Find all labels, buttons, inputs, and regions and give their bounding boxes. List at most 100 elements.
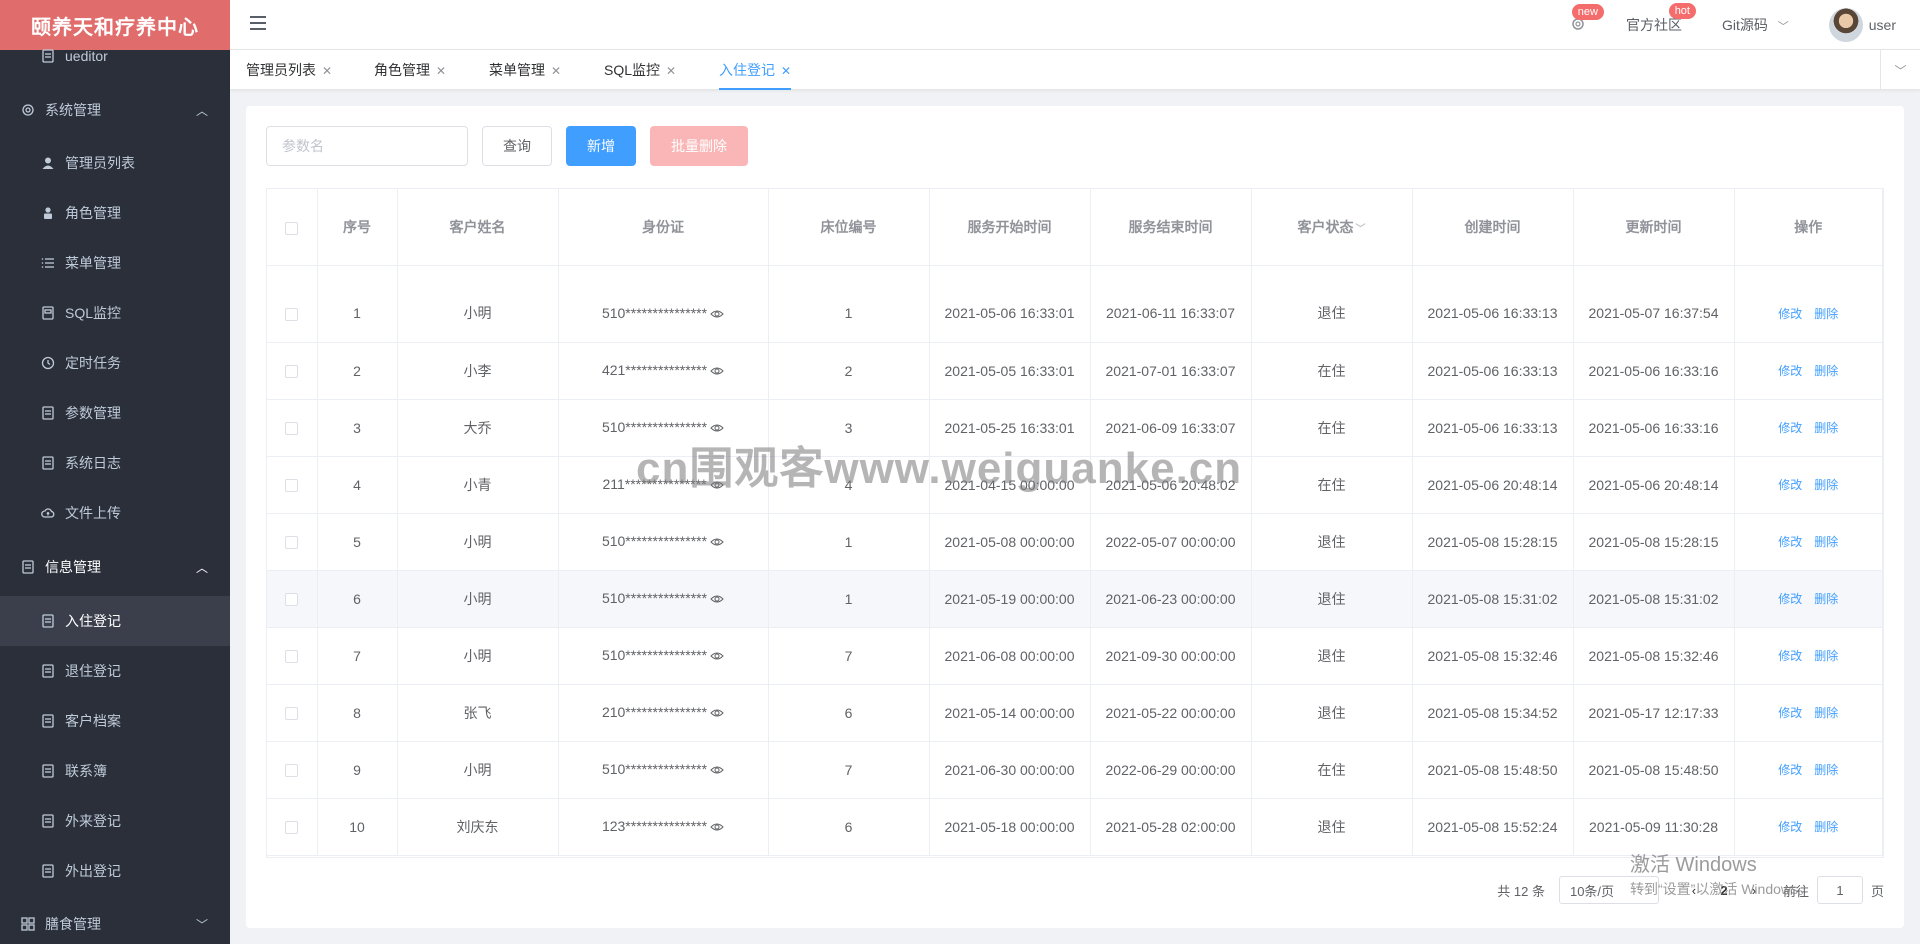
add-button[interactable]: 新增 <box>566 126 636 166</box>
avatar <box>1828 8 1863 42</box>
tab-1[interactable]: 角色管理 ✕ <box>374 50 446 90</box>
user-menu[interactable]: user <box>1828 8 1896 42</box>
tab-0[interactable]: 管理员列表 ✕ <box>246 50 332 90</box>
close-icon[interactable]: ✕ <box>551 64 561 78</box>
cell-bed: 2 <box>768 342 930 400</box>
edit-link[interactable]: 修改 <box>1778 763 1802 777</box>
sidebar-item-2[interactable]: 管理员列表 <box>0 138 230 188</box>
column-header: 创建时间 <box>1412 189 1574 266</box>
sidebar-item-7[interactable]: 参数管理 <box>0 388 230 438</box>
sidebar-item-4[interactable]: 菜单管理 <box>0 238 230 288</box>
git-dropdown[interactable]: Git源码 ﹀ <box>1722 15 1789 35</box>
tab-2[interactable]: 菜单管理 ✕ <box>489 50 561 90</box>
row-select-cell <box>267 684 318 742</box>
sidebar-item-label: 联系簿 <box>65 763 107 779</box>
sidebar-item-13[interactable]: 客户档案 <box>0 696 230 746</box>
cell-name: 小青 <box>397 456 559 514</box>
sidebar-group-10[interactable]: 信息管理 ︿ <box>0 538 230 596</box>
delete-link[interactable]: 删除 <box>1814 763 1838 777</box>
cell-no: 5 <box>317 513 398 571</box>
row-checkbox[interactable] <box>285 422 299 436</box>
delete-link[interactable]: 删除 <box>1814 364 1838 378</box>
eye-icon[interactable] <box>710 591 724 607</box>
sidebar-item-6[interactable]: 定时任务 <box>0 338 230 388</box>
column-header: 服务结束时间 <box>1090 189 1252 266</box>
cell-name: 刘庆东 <box>397 798 559 856</box>
edit-link[interactable]: 修改 <box>1778 364 1802 378</box>
eye-icon[interactable] <box>710 363 724 379</box>
edit-link[interactable]: 修改 <box>1778 820 1802 834</box>
sidebar-item-0[interactable]: ueditor <box>0 48 230 82</box>
tab-more-button[interactable]: ﹀ <box>1880 50 1920 90</box>
delete-link[interactable]: 删除 <box>1814 592 1838 606</box>
edit-link[interactable]: 修改 <box>1778 535 1802 549</box>
cell-start: 2021-05-08 00:00:00 <box>929 513 1091 571</box>
edit-link[interactable]: 修改 <box>1778 307 1802 321</box>
sidebar-item-15[interactable]: 外来登记 <box>0 796 230 846</box>
tab-3[interactable]: SQL监控 ✕ <box>604 50 676 90</box>
settings-button[interactable]: new <box>1570 3 1604 35</box>
row-select-cell <box>267 399 318 457</box>
row-checkbox[interactable] <box>285 707 299 721</box>
close-icon[interactable]: ✕ <box>666 64 676 78</box>
column-header[interactable]: 客户状态 ﹀ <box>1251 189 1413 266</box>
delete-link[interactable]: 删除 <box>1814 706 1838 720</box>
cell-start: 2021-06-08 00:00:00 <box>929 627 1091 685</box>
eye-icon[interactable] <box>710 648 724 664</box>
edit-link[interactable]: 修改 <box>1778 649 1802 663</box>
edit-link[interactable]: 修改 <box>1778 706 1802 720</box>
row-checkbox[interactable] <box>285 593 299 607</box>
community-link[interactable]: 官方社区 hot <box>1626 3 1696 35</box>
cell-status: 在住 <box>1251 456 1413 514</box>
cell-updated: 2021-05-08 15:31:02 <box>1573 570 1735 628</box>
goto-page-input[interactable] <box>1816 876 1863 904</box>
row-checkbox[interactable] <box>285 365 299 379</box>
query-button[interactable]: 查询 <box>482 126 552 166</box>
sidebar-item-8[interactable]: 系统日志 <box>0 438 230 488</box>
eye-icon[interactable] <box>710 534 724 550</box>
row-checkbox[interactable] <box>285 821 299 835</box>
close-icon[interactable]: ✕ <box>436 64 446 78</box>
sidebar-group-17[interactable]: 膳食管理 ﹀ <box>0 896 230 944</box>
delete-link[interactable]: 删除 <box>1814 478 1838 492</box>
edit-link[interactable]: 修改 <box>1778 478 1802 492</box>
delete-link[interactable]: 删除 <box>1814 649 1838 663</box>
eye-icon[interactable] <box>710 705 724 721</box>
param-search-input[interactable] <box>266 126 468 166</box>
hamburger-icon[interactable] <box>250 16 266 30</box>
sidebar-item-5[interactable]: SQL监控 <box>0 288 230 338</box>
sidebar-item-12[interactable]: 退住登记 <box>0 646 230 696</box>
edit-link[interactable]: 修改 <box>1778 421 1802 435</box>
row-checkbox[interactable] <box>285 650 299 664</box>
sidebar-item-3[interactable]: 角色管理 <box>0 188 230 238</box>
row-checkbox[interactable] <box>285 479 299 493</box>
sidebar-group-1[interactable]: 系统管理 ︿ <box>0 82 230 138</box>
delete-link[interactable]: 删除 <box>1814 307 1838 321</box>
row-checkbox[interactable] <box>285 536 299 550</box>
close-icon[interactable]: ✕ <box>781 64 791 78</box>
badge-new: new <box>1571 3 1604 20</box>
row-checkbox[interactable] <box>285 764 299 778</box>
doc-icon <box>20 559 36 575</box>
sidebar-item-9[interactable]: 文件上传 <box>0 488 230 538</box>
sidebar-item-16[interactable]: 外出登记 <box>0 846 230 896</box>
delete-link[interactable]: 删除 <box>1814 535 1838 549</box>
eye-icon[interactable] <box>710 819 724 835</box>
sidebar-item-11[interactable]: 入住登记 <box>0 596 230 646</box>
tab-label: 入住登记 <box>719 62 775 78</box>
batch-delete-button[interactable]: 批量删除 <box>650 126 748 166</box>
close-icon[interactable]: ✕ <box>322 64 332 78</box>
eye-icon[interactable] <box>710 306 724 322</box>
row-checkbox[interactable] <box>285 308 299 322</box>
cell-actions: 修改 删除 <box>1734 570 1883 628</box>
delete-link[interactable]: 删除 <box>1814 421 1838 435</box>
select-all-checkbox[interactable] <box>285 221 299 235</box>
tab-4[interactable]: 入住登记 ✕ <box>719 50 792 90</box>
eye-icon[interactable] <box>710 762 724 778</box>
delete-link[interactable]: 删除 <box>1814 820 1838 834</box>
doc-icon <box>40 863 56 879</box>
edit-link[interactable]: 修改 <box>1778 592 1802 606</box>
sidebar-item-14[interactable]: 联系簿 <box>0 746 230 796</box>
cell-name: 小李 <box>397 342 559 400</box>
column-header: 身份证 <box>558 189 769 266</box>
